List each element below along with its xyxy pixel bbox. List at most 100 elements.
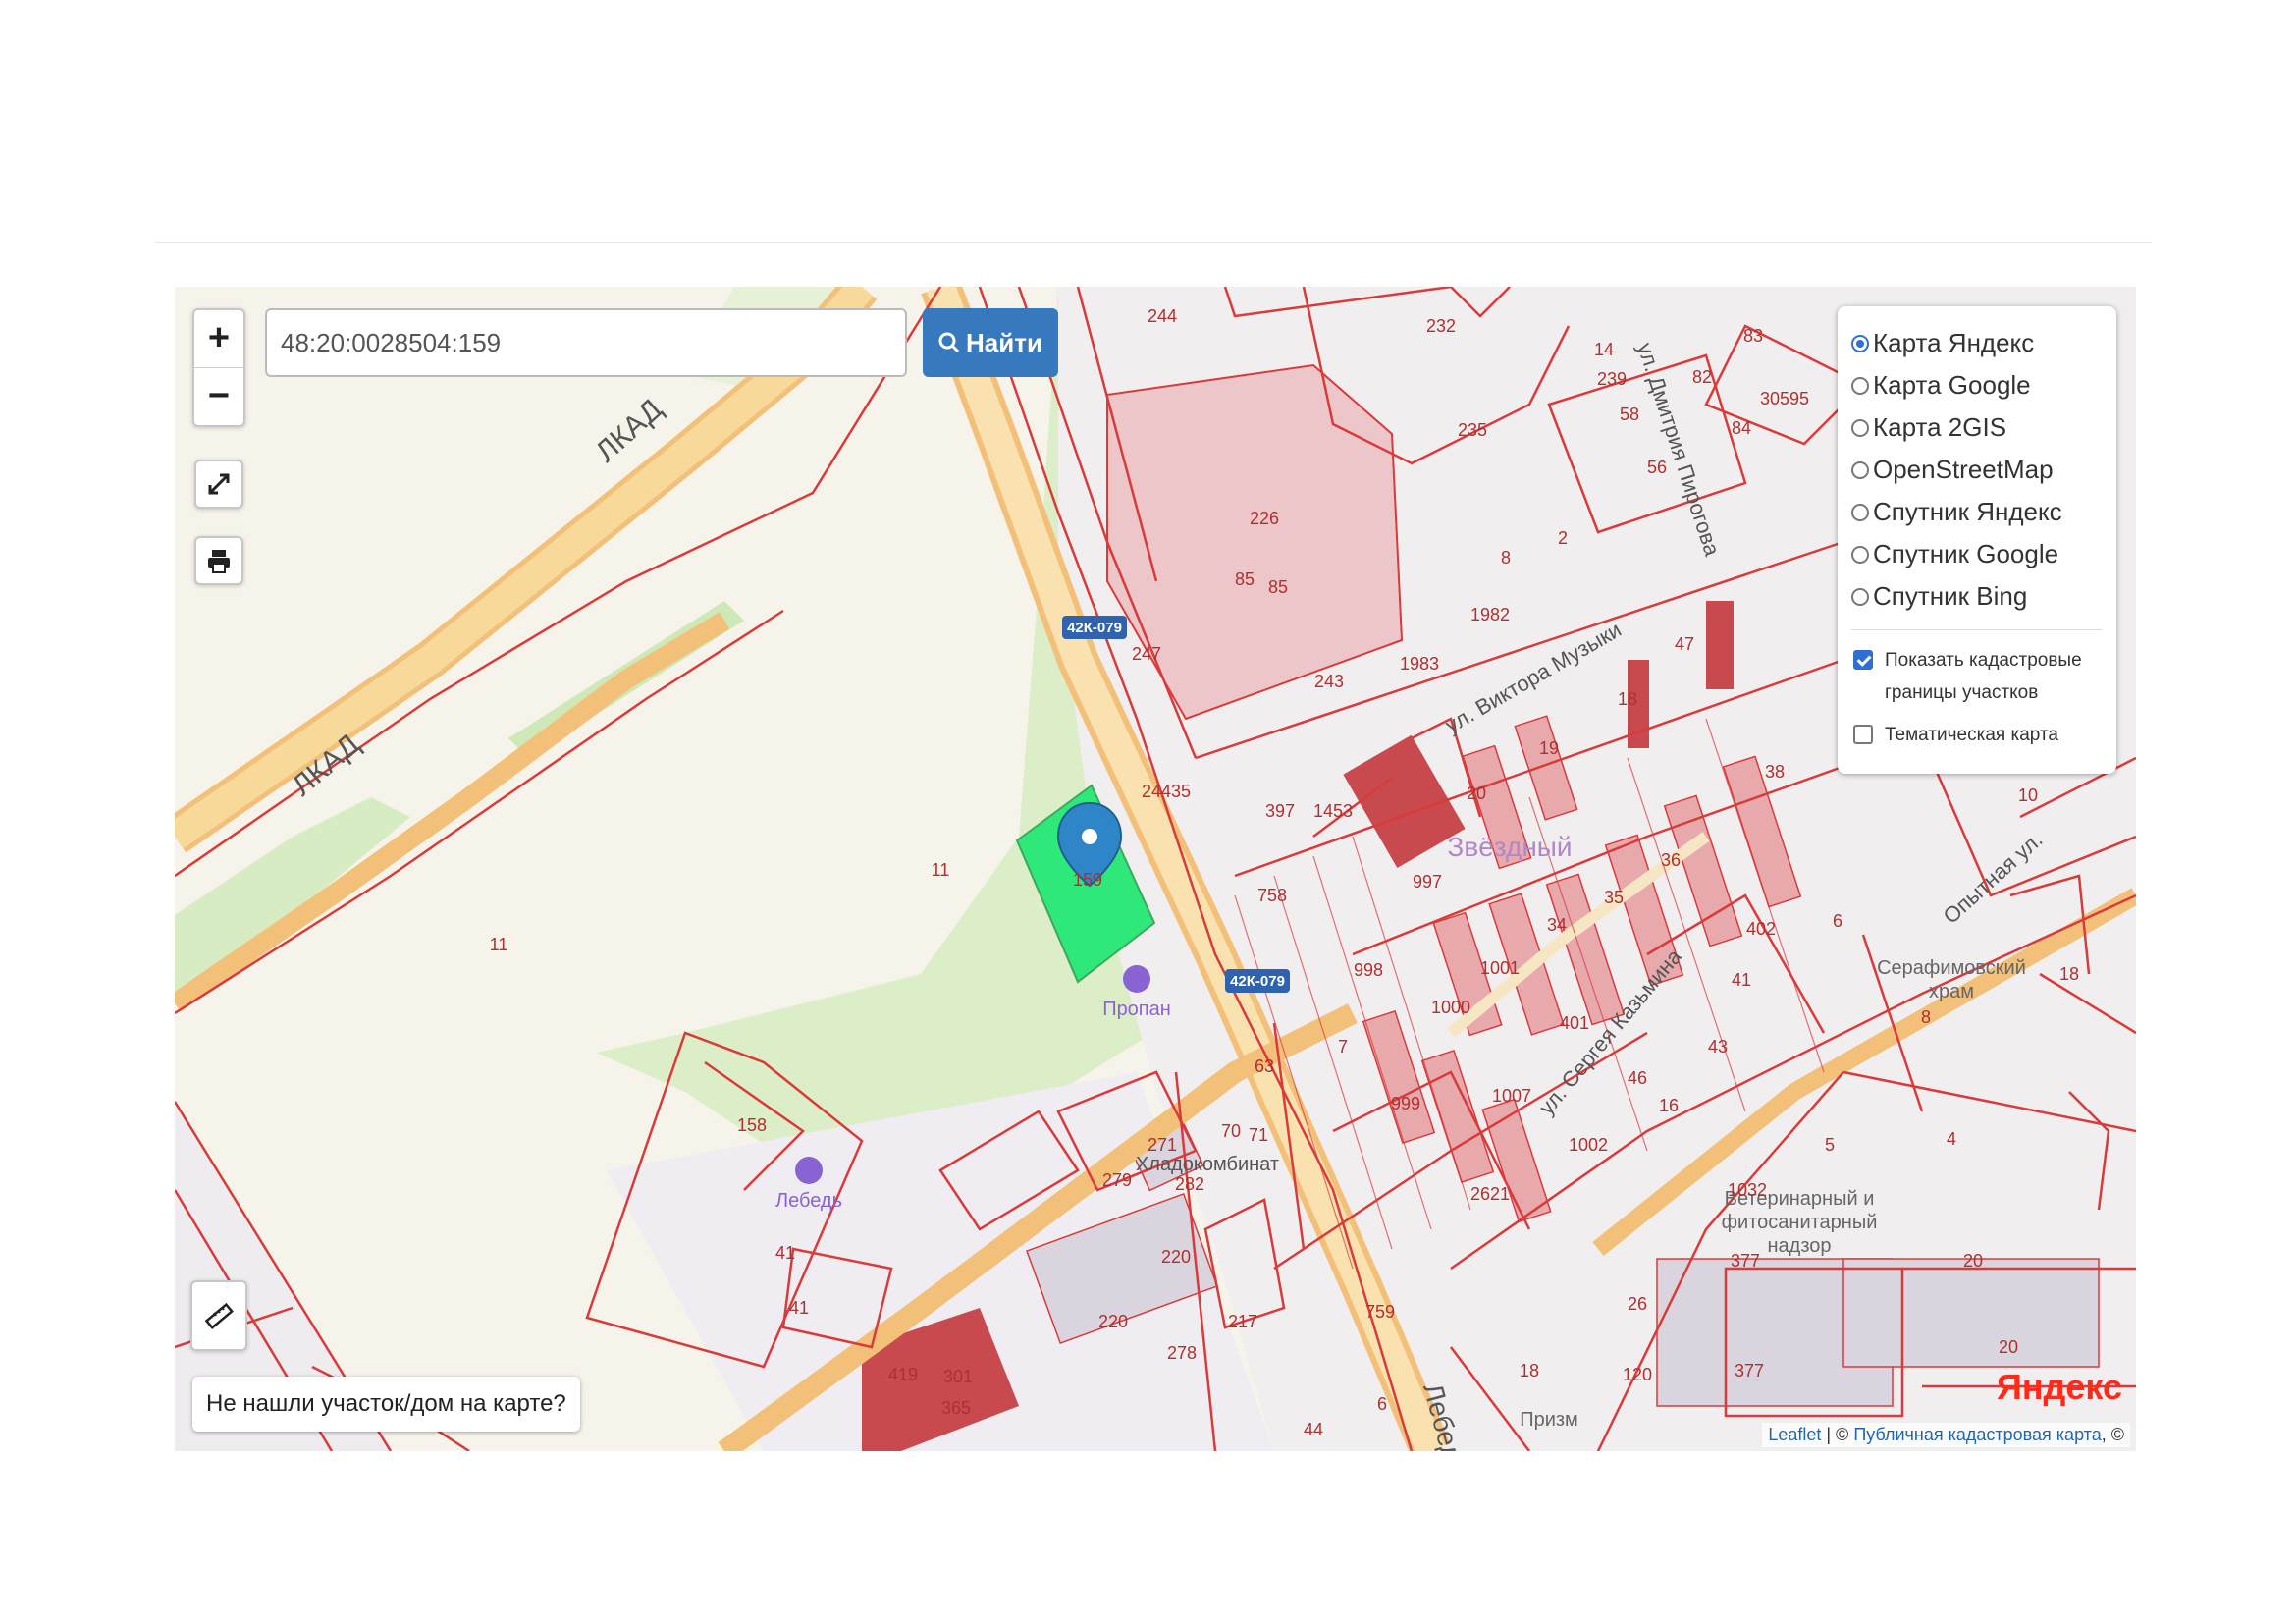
map-viewport[interactable]: 42К-079 42К-079 ЛКАД ЛКАД ул. Виктора Му… [175,287,2136,1451]
svg-text:47: 47 [1675,634,1694,654]
base-layer-yandex-satellite[interactable]: Спутник Яндекс [1851,491,2103,533]
svg-text:1007: 1007 [1492,1086,1531,1106]
svg-text:4: 4 [1947,1129,1956,1149]
svg-text:10: 10 [2018,785,2038,805]
svg-text:Призм: Призм [1520,1409,1578,1431]
svg-text:16: 16 [1659,1096,1679,1115]
svg-text:56: 56 [1647,458,1667,477]
layer-label: Спутник Google [1873,539,2059,568]
svg-text:158: 158 [737,1115,767,1135]
svg-text:41: 41 [775,1243,795,1263]
svg-text:279: 279 [1102,1170,1132,1190]
svg-text:759: 759 [1365,1302,1395,1322]
svg-text:42К-079: 42К-079 [1067,620,1122,636]
svg-text:159: 159 [1073,870,1102,890]
svg-text:377: 377 [1731,1251,1760,1271]
base-layer-google-satellite[interactable]: Спутник Google [1851,533,2103,575]
svg-text:Лебедь: Лебедь [775,1190,842,1212]
svg-text:11: 11 [490,935,508,954]
svg-text:18: 18 [2059,964,2079,984]
svg-text:220: 220 [1161,1247,1191,1267]
pkk-link[interactable]: Публичная кадастровая карта [1853,1425,2101,1444]
radio-icon[interactable] [1851,587,1869,606]
radio-icon[interactable] [1851,418,1869,437]
base-layer-openstreetmap[interactable]: OpenStreetMap [1851,449,2103,491]
checkbox-icon[interactable] [1853,650,1873,670]
layers-divider [1851,629,2103,630]
svg-text:63: 63 [1255,1056,1274,1076]
svg-text:244: 244 [1148,306,1177,326]
overlay-thematic-map[interactable]: Тематическая карта [1851,719,2103,751]
leaflet-link[interactable]: Leaflet [1768,1425,1821,1444]
attribution-separator: | © [1821,1425,1854,1444]
zoom-control: + − [192,308,245,427]
svg-text:85: 85 [1235,569,1255,589]
svg-text:84: 84 [1732,418,1751,438]
svg-text:82: 82 [1692,367,1712,387]
svg-text:Хладокомбинат: Хладокомбинат [1136,1154,1279,1175]
radio-icon[interactable] [1851,460,1869,479]
svg-text:30595: 30595 [1760,389,1809,408]
yandex-logo: Яндекс [1997,1367,2122,1408]
svg-text:70: 70 [1221,1121,1241,1141]
svg-text:41: 41 [789,1298,809,1318]
not-found-button[interactable]: Не нашли участок/дом на карте? [192,1377,580,1432]
checkbox-icon[interactable] [1853,725,1873,744]
svg-text:758: 758 [1257,886,1287,905]
layer-switcher: Карта Яндекс Карта Google Карта 2GIS Ope… [1838,306,2116,774]
svg-text:1982: 1982 [1470,605,1510,624]
svg-text:243: 243 [1314,672,1344,691]
print-button[interactable] [194,536,243,585]
overlay-cadastral-boundaries[interactable]: Показать кадастровые границы участков [1851,644,2103,709]
base-layer-yandex-map[interactable]: Карта Яндекс [1851,322,2103,364]
svg-text:232: 232 [1426,316,1456,336]
svg-text:247: 247 [1132,644,1161,664]
svg-text:85: 85 [1268,577,1288,597]
layer-label: OpenStreetMap [1873,455,2054,484]
layer-label: Карта 2GIS [1873,412,2007,442]
attribution-tail: , © [2101,1425,2124,1444]
printer-icon [208,550,230,573]
svg-text:1453: 1453 [1313,801,1353,821]
svg-text:24435: 24435 [1142,782,1191,801]
svg-text:2621: 2621 [1470,1184,1510,1204]
measure-button[interactable] [190,1280,247,1351]
radio-icon[interactable] [1851,376,1869,395]
svg-text:храм: храм [1929,981,1974,1002]
search-button-label: Найти [966,327,1042,357]
base-layer-bing-satellite[interactable]: Спутник Bing [1851,575,2103,618]
svg-text:46: 46 [1628,1068,1647,1088]
svg-text:43: 43 [1708,1037,1728,1056]
svg-text:377: 377 [1735,1361,1764,1380]
radio-icon[interactable] [1851,334,1869,352]
svg-text:120: 120 [1623,1365,1652,1384]
fullscreen-button[interactable] [194,460,243,509]
svg-text:Звёздный: Звёздный [1447,832,1572,862]
yandex-logo-text: Яндекс [1996,1367,2122,1407]
radio-icon[interactable] [1851,545,1869,564]
svg-text:18: 18 [1520,1361,1539,1380]
svg-text:Серафимовский: Серафимовский [1877,957,2026,979]
svg-text:2: 2 [1558,528,1568,548]
cadastral-search-input[interactable]: 48:20:0028504:159 [265,308,907,377]
svg-text:1000: 1000 [1431,998,1470,1017]
svg-text:14: 14 [1594,340,1614,359]
zoom-in-button[interactable]: + [194,310,243,367]
svg-text:278: 278 [1167,1343,1197,1363]
svg-text:18: 18 [1618,689,1637,709]
svg-text:20: 20 [1999,1337,2018,1357]
page-divider [155,242,2152,243]
svg-text:19: 19 [1539,738,1559,758]
svg-text:надзор: надзор [1767,1235,1831,1257]
svg-text:20: 20 [1963,1251,1983,1271]
svg-text:1983: 1983 [1400,654,1439,674]
zoom-out-button[interactable]: − [194,367,243,425]
base-layer-google-map[interactable]: Карта Google [1851,364,2103,406]
search-button[interactable]: Найти [923,308,1058,377]
radio-icon[interactable] [1851,503,1869,521]
svg-text:271: 271 [1148,1135,1177,1155]
svg-text:997: 997 [1413,872,1442,892]
base-layer-2gis-map[interactable]: Карта 2GIS [1851,406,2103,449]
svg-text:58: 58 [1620,405,1639,424]
svg-text:36: 36 [1661,850,1681,870]
